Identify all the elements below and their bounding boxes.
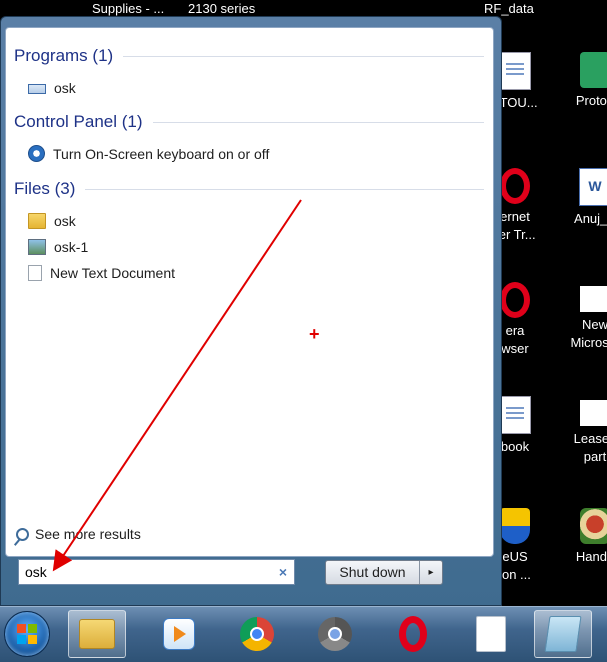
result-item-label: Turn On-Screen keyboard on or off — [53, 145, 270, 162]
shutdown-button-label: Shut down — [326, 561, 420, 584]
taskbar — [0, 606, 607, 662]
opera-icon — [500, 282, 530, 318]
folder-icon — [28, 213, 46, 229]
search-input[interactable]: osk × — [18, 559, 295, 585]
notepad-icon — [544, 616, 582, 652]
group-header-label: Control Panel (1) — [14, 112, 143, 131]
divider — [152, 121, 484, 123]
desktop-label-2130-series: 2130 series — [188, 1, 256, 16]
search-input-value: osk — [25, 564, 47, 580]
desktop-icon-proton[interactable]: Proton — [540, 52, 607, 110]
image-file-icon — [28, 239, 46, 255]
search-icon — [16, 527, 29, 541]
text-document-icon — [476, 616, 506, 652]
result-item-label: New Text Document — [50, 265, 176, 281]
result-item-turn-on-screen-keyboard[interactable]: Turn On-Screen keyboard on or off — [28, 145, 269, 162]
divider — [123, 55, 484, 57]
desktop-icon-label: Proton — [575, 93, 607, 108]
shield-icon — [500, 508, 530, 544]
taskbar-notepad[interactable] — [534, 610, 592, 658]
result-item-label: osk — [54, 213, 76, 229]
desktop-icon-label: New Microsof — [570, 317, 607, 350]
shutdown-button[interactable]: Shut down ▸ — [325, 560, 443, 585]
taskbar-file-explorer[interactable] — [68, 610, 126, 658]
desktop-icon-anuj[interactable]: Anuj_A — [540, 168, 607, 228]
desktop-icon-new-microsoft[interactable]: New Microsof — [540, 286, 607, 352]
blank-document-icon — [580, 286, 607, 312]
file-explorer-icon — [79, 619, 115, 649]
document-icon — [499, 52, 531, 90]
desktop-icon-label: Anuj_A — [574, 211, 607, 226]
taskbar-chrome-dev[interactable] — [306, 610, 364, 658]
chrome-dev-icon — [318, 617, 352, 651]
media-player-icon — [163, 618, 195, 650]
blank-document-icon — [580, 400, 607, 426]
result-item-osk-program[interactable]: osk — [28, 80, 76, 96]
word-document-icon — [579, 168, 607, 206]
result-item-label: osk — [54, 80, 76, 96]
chrome-icon — [240, 617, 274, 651]
result-item-new-text-document[interactable]: New Text Document — [28, 265, 175, 281]
search-results-panel: Programs (1) osk Control Panel (1) Turn … — [5, 27, 494, 557]
taskbar-media-player[interactable] — [150, 610, 208, 658]
ease-of-access-icon — [28, 145, 45, 162]
group-header-programs: Programs (1) — [14, 46, 484, 66]
taskbar-chrome[interactable] — [228, 610, 286, 658]
desktop-icon-leased-part[interactable]: Leased part — [540, 400, 607, 466]
desktop-icon-label: Handb — [575, 549, 607, 564]
see-more-results-link[interactable]: See more results — [16, 526, 141, 542]
desktop-label-supplies: Supplies - ... — [92, 1, 165, 16]
shutdown-options-arrow-icon[interactable]: ▸ — [420, 567, 442, 578]
group-header-label: Files (3) — [14, 179, 76, 198]
result-item-osk-1[interactable]: osk-1 — [28, 239, 88, 255]
opera-icon — [399, 616, 427, 652]
start-button[interactable] — [4, 611, 50, 657]
text-file-icon — [28, 265, 42, 281]
desktop-icon-handbook[interactable]: Handb — [540, 508, 607, 566]
result-item-osk-folder[interactable]: osk — [28, 213, 76, 229]
divider — [85, 188, 484, 190]
group-header-label: Programs (1) — [14, 46, 114, 65]
proton-icon — [580, 52, 607, 88]
result-item-label: osk-1 — [54, 239, 89, 255]
clear-search-icon[interactable]: × — [272, 564, 294, 580]
keyboard-icon — [28, 84, 46, 94]
group-header-files: Files (3) — [14, 179, 484, 199]
taskbar-text-document[interactable] — [462, 610, 520, 658]
taskbar-opera[interactable] — [384, 610, 442, 658]
group-header-control-panel: Control Panel (1) — [14, 112, 484, 132]
opera-icon — [500, 168, 530, 204]
see-more-label: See more results — [35, 526, 141, 542]
desktop-label-rf-data: RF_data — [484, 1, 534, 16]
desktop-icon-label: Leased part — [573, 431, 607, 464]
document-icon — [499, 396, 531, 434]
handbook-icon — [580, 508, 607, 544]
start-menu: Programs (1) osk Control Panel (1) Turn … — [0, 16, 502, 606]
